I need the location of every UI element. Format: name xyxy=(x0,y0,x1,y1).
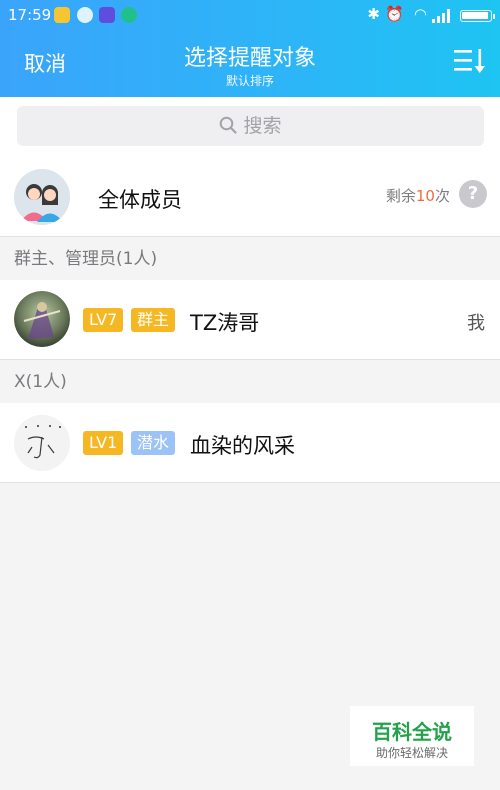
all-members-row[interactable]: 全体成员 剩余10次 ? xyxy=(0,157,500,237)
section-header-admins: 群主、管理员(1人) xyxy=(0,238,500,280)
watermark-sub: 助你轻松解决 xyxy=(375,746,448,760)
search-icon xyxy=(220,116,238,134)
member-row[interactable]: LV7 群主 TZ涛哥 我 xyxy=(0,280,500,360)
wifi-icon: ◠ xyxy=(413,5,427,23)
sort-list-icon[interactable] xyxy=(454,47,486,75)
all-members-avatar xyxy=(14,169,70,225)
bluetooth-icon: ✱ xyxy=(367,5,380,23)
sync-notification-icon xyxy=(121,7,137,23)
sort-mode-subtitle[interactable]: 默认排序 xyxy=(0,72,500,89)
watermark-main: 百科全说 xyxy=(372,720,452,744)
alarm-icon: ⏰ xyxy=(385,5,404,23)
avatar xyxy=(14,415,70,471)
help-icon[interactable]: ? xyxy=(459,180,487,208)
app-store-notification-icon xyxy=(99,7,115,23)
avatar xyxy=(14,291,70,347)
level-badge: LV1 xyxy=(83,431,124,455)
remaining-number: 10 xyxy=(415,187,435,205)
self-tag: 我 xyxy=(467,313,485,334)
member-name: TZ涛哥 xyxy=(190,311,260,335)
section-header-x: X(1人) xyxy=(0,361,500,403)
page-title: 选择提醒对象 xyxy=(183,46,316,71)
level-badge: LV7 xyxy=(83,308,124,332)
role-badge: 群主 xyxy=(131,308,176,332)
remaining-count: 剩余10次 xyxy=(385,187,450,205)
member-row[interactable]: LV1 潜水 血染的风采 xyxy=(0,403,500,483)
header-bar: 17:59 ✱ ⏰ ◠ 取消 选择提醒对象 默认排序 xyxy=(0,0,500,97)
signal-icon xyxy=(432,9,450,23)
role-badge: 潜水 xyxy=(131,431,176,455)
member-name: 血染的风采 xyxy=(190,434,295,458)
app-notification-icon xyxy=(54,7,70,23)
battery-icon xyxy=(460,10,495,22)
all-members-label: 全体成员 xyxy=(98,188,182,212)
status-bar: 17:59 ✱ ⏰ ◠ xyxy=(0,0,500,30)
status-time: 17:59 xyxy=(8,6,52,24)
search-input[interactable]: 搜索 xyxy=(17,106,484,146)
search-placeholder: 搜索 xyxy=(243,115,282,137)
watermark-logo: 百科全说 助你轻松解决 xyxy=(350,706,474,766)
search-section: 搜索 xyxy=(0,97,500,157)
message-notification-icon xyxy=(77,7,93,23)
